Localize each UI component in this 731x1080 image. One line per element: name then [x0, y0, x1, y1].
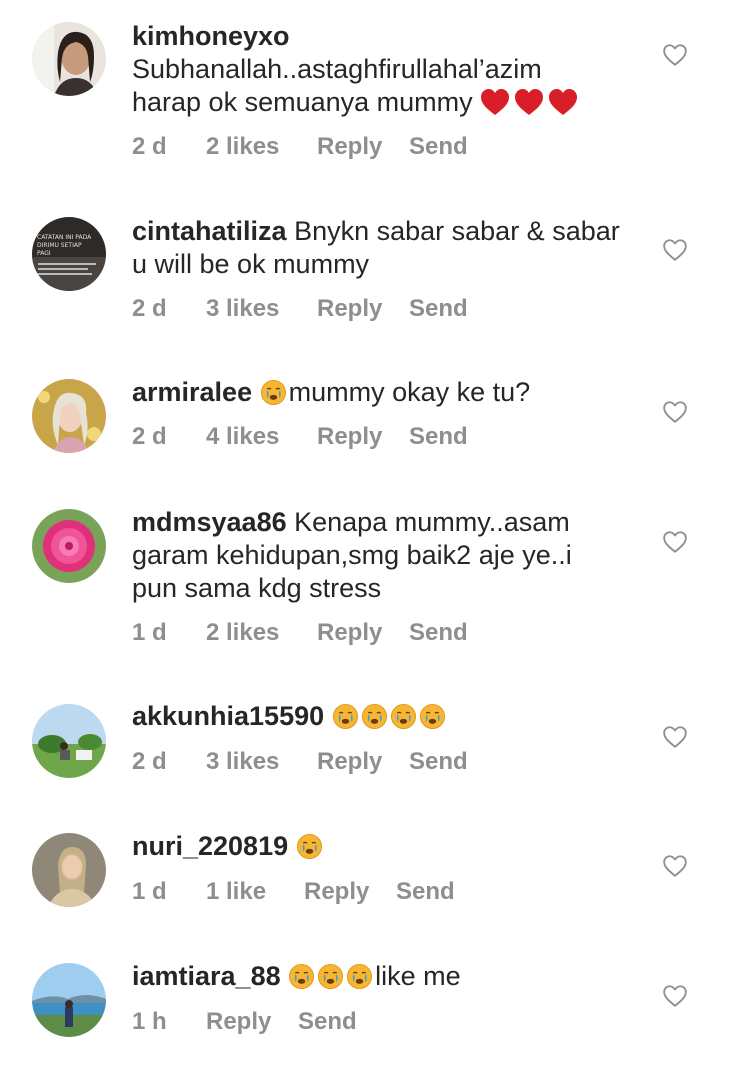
like-count[interactable]: 3 likes [206, 295, 279, 323]
heart-outline-icon[interactable] [662, 983, 688, 1009]
comment-age: 1 d [132, 878, 167, 905]
like-count[interactable]: 2 likes [206, 133, 279, 161]
like-count[interactable]: 2 likes [206, 619, 279, 647]
send-button[interactable]: Send [409, 133, 468, 161]
crying-face-emoji [346, 963, 373, 990]
send-button[interactable]: Send [409, 423, 468, 451]
comment-text: akkunhia15590 [132, 700, 637, 733]
comment-text-line: pun sama kdg stress [132, 573, 382, 603]
comment-username[interactable]: armiralee [132, 377, 252, 407]
comment-text-line: Bnykn sabar sabar & sabar [294, 216, 620, 246]
crying-face-emoji [361, 703, 388, 730]
comment-age: 2 d [132, 133, 167, 160]
heart-outline-icon[interactable] [662, 853, 688, 879]
reply-button[interactable]: Reply [317, 619, 382, 647]
crying-face-emoji [260, 379, 287, 406]
heart-outline-icon[interactable] [662, 399, 688, 425]
send-button[interactable]: Send [409, 748, 468, 776]
comment-text-line: garam kehidupan,smg baik2 aje ye..i [132, 540, 572, 570]
comment-text-line: Kenapa mummy..asam [294, 507, 570, 537]
avatar[interactable] [32, 833, 106, 907]
send-button[interactable]: Send [409, 619, 468, 647]
red-heart-emoji [480, 88, 582, 124]
avatar[interactable]: CATATAN INI PADA DIRIMU SETIAP PAGI [32, 217, 106, 291]
comment-text-line: mummy okay ke tu? [288, 377, 531, 407]
comment-age: 2 d [132, 295, 167, 322]
comment-text: armiralee mummy okay ke tu? [132, 376, 637, 409]
comment-text-line: u will be ok mummy [132, 249, 370, 279]
avatar-text: PAGI [37, 250, 51, 257]
comment-text: kimhoneyxo Subhanallah..astaghfirullahal… [132, 20, 637, 124]
crying-face-emoji [332, 703, 359, 730]
reply-button[interactable]: Reply [317, 423, 382, 451]
send-button[interactable]: Send [396, 878, 455, 906]
reply-button[interactable]: Reply [206, 1008, 271, 1036]
heart-outline-icon[interactable] [662, 237, 688, 263]
comment-username[interactable]: akkunhia15590 [132, 701, 324, 731]
avatar[interactable] [32, 509, 106, 583]
like-count[interactable]: 1 like [206, 878, 266, 906]
comment-text: cintahatiliza Bnykn sabar sabar & sabar … [132, 215, 637, 281]
comment-text-line: harap ok semuanya mummy [132, 87, 473, 117]
crying-face-emoji [419, 703, 446, 730]
crying-face-emoji [390, 703, 417, 730]
heart-outline-icon[interactable] [662, 529, 688, 555]
comment-username[interactable]: mdmsyaa86 [132, 507, 287, 537]
comment-age: 1 h [132, 1008, 167, 1035]
heart-outline-icon[interactable] [662, 724, 688, 750]
comment-username[interactable]: iamtiara_88 [132, 961, 281, 991]
crying-face-emoji [288, 963, 315, 990]
avatar[interactable] [32, 379, 106, 453]
reply-button[interactable]: Reply [317, 748, 382, 776]
comment-age: 1 d [132, 619, 167, 646]
crying-face-emoji [317, 963, 344, 990]
send-button[interactable]: Send [298, 1008, 357, 1036]
comment-text: nuri_220819 [132, 830, 637, 863]
comment-username[interactable]: nuri_220819 [132, 831, 288, 861]
reply-button[interactable]: Reply [317, 295, 382, 323]
avatar-text: DIRIMU SETIAP [37, 242, 82, 249]
heart-outline-icon[interactable] [662, 42, 688, 68]
avatar[interactable] [32, 22, 106, 96]
send-button[interactable]: Send [409, 295, 468, 323]
avatar-text: CATATAN INI PADA [37, 234, 92, 241]
crying-face-emoji [296, 833, 323, 860]
comment-text: iamtiara_88 like me [132, 960, 637, 993]
comment-username[interactable]: cintahatiliza [132, 216, 287, 246]
comment-age: 2 d [132, 423, 167, 450]
comment-username[interactable]: kimhoneyxo [132, 21, 290, 51]
avatar[interactable] [32, 963, 106, 1037]
comment-text-line: Subhanallah..astaghfirullahal’azim [132, 54, 542, 84]
comment-age: 2 d [132, 748, 167, 775]
like-count[interactable]: 3 likes [206, 748, 279, 776]
avatar[interactable] [32, 704, 106, 778]
comment-text: mdmsyaa86 Kenapa mummy..asam garam kehid… [132, 506, 637, 605]
reply-button[interactable]: Reply [317, 133, 382, 161]
comment-text-line: like me [375, 961, 461, 991]
like-count[interactable]: 4 likes [206, 423, 279, 451]
reply-button[interactable]: Reply [304, 878, 369, 906]
